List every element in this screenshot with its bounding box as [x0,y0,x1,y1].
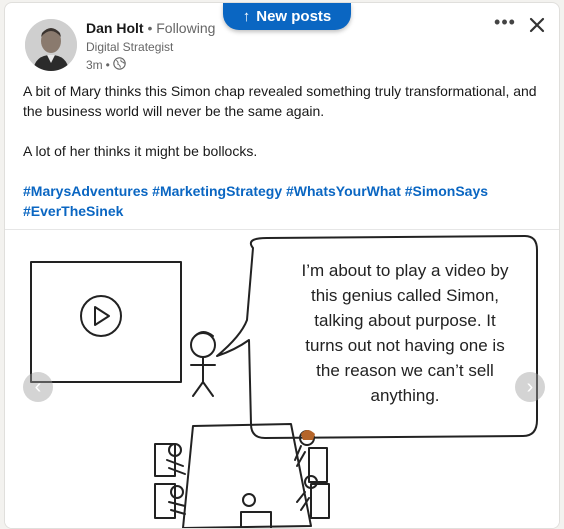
post-paragraph: A lot of her thinks it might be bollocks… [23,143,258,159]
speech-line: talking about purpose. It [314,311,496,330]
new-posts-label: New posts [256,8,332,25]
speech-line: the reason we can’t sell [316,361,494,380]
previous-image-button[interactable]: ‹ [23,372,53,402]
author-headline: Digital Strategist [86,40,174,54]
post-paragraph: A bit of Mary thinks this Simon chap rev… [23,83,537,119]
chevron-left-icon: ‹ [34,375,42,398]
hashtag-link[interactable]: #EverTheSinek [23,203,123,219]
hashtag-link[interactable]: #MarysAdventures [23,183,148,199]
more-icon[interactable]: ••• [493,13,517,35]
video-screen [30,261,182,383]
author-line: Dan Holt • Following [86,20,215,36]
post-meta: 3m • [86,57,126,73]
author-name[interactable]: Dan Holt [86,20,144,36]
hashtag-list: #MarysAdventures #MarketingStrategy #Wha… [23,181,551,221]
post-image[interactable]: I’m about to play a video by this genius… [5,229,559,528]
avatar[interactable] [25,19,77,71]
next-image-button[interactable]: › [515,372,545,402]
author-separator: • [147,20,153,36]
globe-icon [113,57,126,73]
speech-line: anything. [370,386,440,405]
hashtag-link[interactable]: #WhatsYourWhat [286,183,401,199]
meta-separator: • [105,58,110,72]
post-time: 3m [86,58,103,72]
hashtag-link[interactable]: #SimonSays [405,183,488,199]
speech-line: turns out not having one is [305,336,505,355]
feed-post-card: ↑ New posts Dan Holt • Following Digital… [4,2,560,529]
close-icon[interactable] [525,13,549,37]
speech-line: I’m about to play a video by [301,261,509,280]
speech-bubble-text: I’m about to play a video by this genius… [275,258,535,408]
following-status: Following [156,20,216,36]
arrow-up-icon: ↑ [242,8,251,25]
hashtag-link[interactable]: #MarketingStrategy [152,183,282,199]
speech-line: this genius called Simon, [310,286,500,305]
post-body: A bit of Mary thinks this Simon chap rev… [23,81,551,181]
chevron-right-icon: › [526,375,534,398]
new-posts-button[interactable]: ↑ New posts [223,3,351,30]
